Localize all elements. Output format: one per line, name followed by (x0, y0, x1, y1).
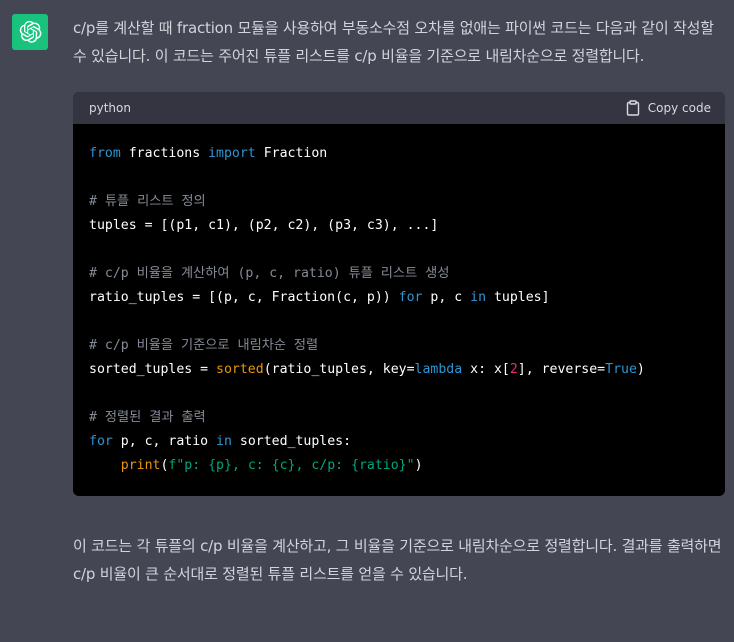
message-outro-text: 이 코드는 각 튜플의 c/p 비율을 계산하고, 그 비율을 기준으로 내림차… (73, 537, 722, 583)
code-line: # 정렬된 결과 출력 (89, 406, 709, 430)
code-token: ) (636, 362, 645, 377)
code-token: f"p: {p}, c: {c}, c/p: {ratio}" (168, 458, 415, 473)
code-line: print(f"p: {p}, c: {c}, c/p: {ratio}") (89, 454, 709, 478)
code-line: ratio_tuples = [(p, c, Fraction(c, p)) f… (89, 286, 709, 310)
code-token: from (89, 146, 121, 161)
clipboard-icon (626, 100, 639, 116)
code-token: tuples = [(p1, c1), (p2, c2), (p3, c3), … (89, 218, 439, 233)
code-line: # c/p 비율을 기준으로 내림차순 정렬 (89, 334, 709, 358)
code-token: lambda (414, 362, 463, 377)
code-token: # c/p 비율을 기준으로 내림차순 정렬 (89, 338, 319, 353)
code-line: from fractions import Fraction (89, 142, 709, 166)
code-line: for p, c, ratio in sorted_tuples: (89, 430, 709, 454)
code-token: print (120, 458, 161, 473)
code-line: # 튜플 리스트 정의 (89, 190, 709, 214)
copy-code-button[interactable]: Copy code (626, 100, 711, 116)
message-intro-text: c/p를 계산할 때 fraction 모듈을 사용하여 부동소수점 오차를 없… (73, 19, 714, 65)
code-token: ratio_tuples = [(p, c, Fraction(c, p)) (89, 290, 399, 305)
code-token: sorted (216, 362, 264, 377)
message-content: c/p를 계산할 때 fraction 모듈을 사용하여 부동소수점 오차를 없… (73, 14, 725, 588)
code-line: sorted_tuples = sorted(ratio_tuples, key… (89, 358, 709, 382)
code-token: p, c, ratio (112, 434, 217, 449)
code-token: ) (414, 458, 423, 473)
code-token: (ratio_tuples, key= (263, 362, 415, 377)
code-token: ], reverse= (517, 362, 606, 377)
code-token: p, c (422, 290, 471, 305)
code-line: tuples = [(p1, c1), (p2, c2), (p3, c3), … (89, 214, 709, 238)
code-token: fractions (120, 146, 209, 161)
code-token: in (470, 290, 487, 305)
code-token: x: x[ (462, 362, 510, 377)
code-token: sorted_tuples = (89, 362, 217, 377)
code-token: import (208, 146, 256, 161)
code-block-header: python Copy code (73, 92, 725, 124)
code-token: # 튜플 리스트 정의 (89, 194, 206, 209)
assistant-avatar (12, 14, 48, 50)
code-token: tuples] (486, 290, 550, 305)
code-body: from fractions import Fraction # 튜플 리스트 정… (73, 124, 725, 496)
code-block: python Copy code from fractions import F… (73, 92, 725, 496)
code-token: 2 (509, 362, 518, 377)
code-line: # c/p 비율을 계산하여 (p, c, ratio) 튜플 리스트 생성 (89, 262, 709, 286)
code-token: # c/p 비율을 계산하여 (p, c, ratio) 튜플 리스트 생성 (89, 266, 450, 281)
code-token: Fraction (255, 146, 328, 161)
code-token: # 정렬된 결과 출력 (89, 410, 206, 425)
code-token: sorted_tuples: (231, 434, 352, 449)
code-token: True (605, 362, 637, 377)
code-language-label: python (89, 101, 131, 115)
code-token: for (398, 290, 423, 305)
code-token: for (89, 434, 113, 449)
chat-message: c/p를 계산할 때 fraction 모듈을 사용하여 부동소수점 오차를 없… (0, 0, 734, 642)
copy-code-label: Copy code (647, 101, 711, 115)
openai-logo-icon (19, 20, 42, 43)
code-token: in (216, 434, 232, 449)
